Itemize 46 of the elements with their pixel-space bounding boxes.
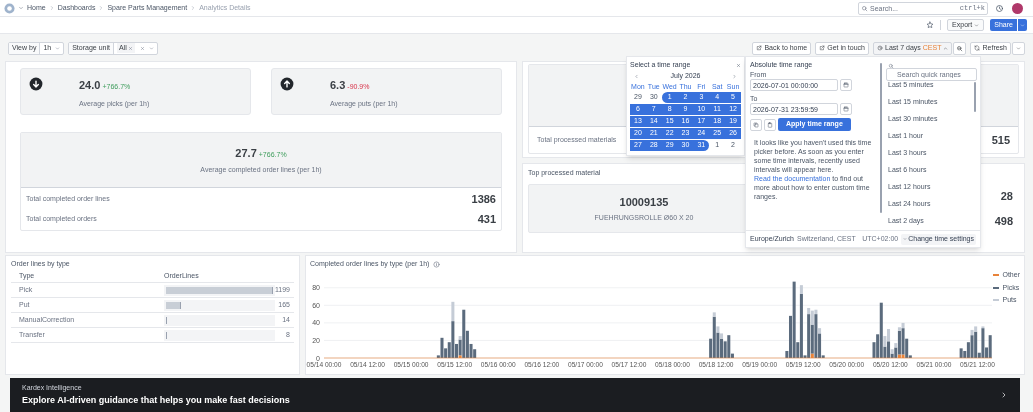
calendar-icon <box>843 82 849 88</box>
external-link-icon <box>819 45 826 51</box>
zoom-out-icon <box>956 44 964 52</box>
star-icon[interactable] <box>926 21 935 29</box>
chevron-right-icon <box>190 5 197 11</box>
copy-button[interactable] <box>750 118 762 131</box>
caret-icon <box>974 22 980 28</box>
kpi-value: 6.3 <box>330 78 346 93</box>
calendar-icon <box>843 106 849 112</box>
caret-icon <box>1020 22 1025 28</box>
chevron-left-icon[interactable] <box>634 74 639 79</box>
refresh-menu-button[interactable] <box>1012 41 1025 55</box>
info-icon[interactable] <box>433 261 441 268</box>
calendar-button[interactable] <box>840 103 852 115</box>
search-icon <box>888 63 894 69</box>
kpi-value: 24.0 <box>79 78 101 93</box>
chevron-right-icon <box>48 5 55 11</box>
summary-value: 498 <box>994 213 1013 229</box>
caret-icon[interactable] <box>18 5 24 11</box>
summary-value: 1386 <box>471 191 496 207</box>
share-menu-button[interactable] <box>1018 19 1027 31</box>
clock-icon[interactable] <box>995 3 1004 13</box>
summary-value: 515 <box>991 132 1010 148</box>
logo-icon[interactable] <box>4 2 15 14</box>
search-icon <box>861 4 868 12</box>
close-icon[interactable] <box>736 63 741 68</box>
summary-value: 431 <box>477 211 496 227</box>
external-link-icon <box>756 45 763 51</box>
chevron-right-icon[interactable] <box>1000 391 1008 399</box>
clock-icon <box>877 45 883 51</box>
banner-text: Explore AI-driven guidance that helps you make fast decisions <box>22 394 291 407</box>
copy-icon <box>753 121 759 128</box>
calendar-button[interactable] <box>840 79 852 91</box>
kpi-value: 27.7 <box>235 146 257 161</box>
caret-icon <box>1016 45 1021 51</box>
chevron-right-icon <box>98 5 105 11</box>
refresh-icon <box>974 45 981 51</box>
avatar[interactable] <box>1012 2 1023 14</box>
arrow-up-icon <box>280 77 294 91</box>
summary-value: 28 <box>1000 189 1013 204</box>
zoom-out-button[interactable] <box>953 41 967 55</box>
arrow-down-icon <box>29 77 43 91</box>
clipboard-icon <box>767 121 773 128</box>
caret-up-icon <box>943 45 949 51</box>
material-number: 10009135 <box>619 195 669 210</box>
paste-button[interactable] <box>764 118 776 131</box>
